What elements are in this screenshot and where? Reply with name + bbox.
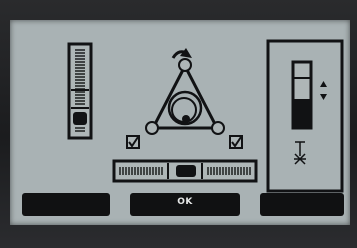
vertical-bubble <box>73 112 87 125</box>
softkey-ok-button[interactable]: OK <box>130 193 240 216</box>
checkbox-right <box>229 135 243 149</box>
softkey-right-button[interactable] <box>260 193 344 216</box>
horizontal-level-vial-icon <box>112 159 258 183</box>
rotate-arrow-icon <box>171 48 192 59</box>
horizontal-bubble <box>176 165 196 177</box>
contrast-gauge-icon <box>291 60 313 130</box>
tribrach-leveling-triangle-icon <box>145 58 225 135</box>
circular-bubble <box>182 115 190 123</box>
checkbox-left <box>126 135 140 149</box>
lcd-screen: OK <box>10 20 350 225</box>
contrast-fill <box>294 99 310 127</box>
laser-plummet-icon <box>294 141 306 165</box>
softkey-left-button[interactable] <box>22 193 110 216</box>
up-down-arrows-icon[interactable] <box>320 81 327 100</box>
device-bezel: OK <box>0 0 357 248</box>
vertical-level-vial-icon <box>67 42 93 140</box>
softkey-ok-label: OK <box>177 197 193 207</box>
